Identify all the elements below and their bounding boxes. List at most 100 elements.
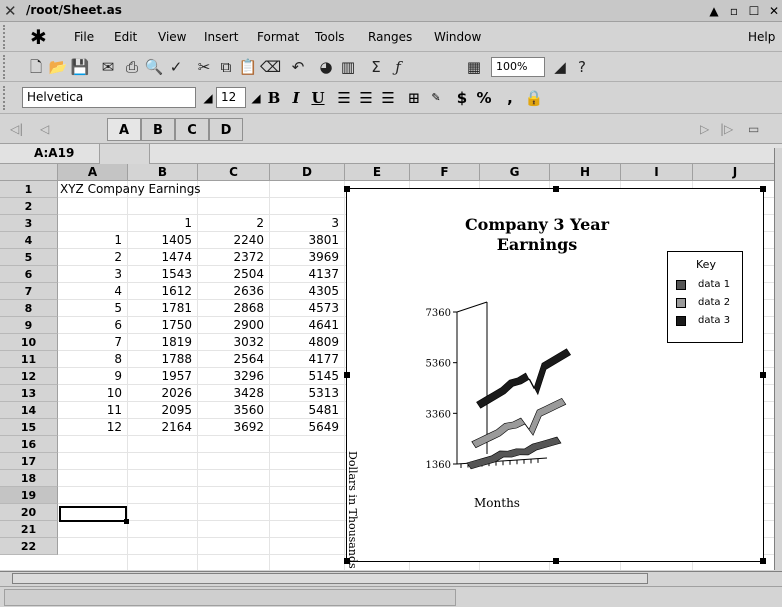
currency-button[interactable]: $ [452,88,472,108]
zoom-input[interactable]: 100% [491,57,545,77]
align-center-icon[interactable]: ☰ [356,88,376,108]
row-header-5[interactable]: 5 [0,249,58,266]
row-header-7[interactable]: 7 [0,283,58,300]
sum-icon[interactable]: Σ [366,57,386,77]
row-header-18[interactable]: 18 [0,470,58,487]
sheet-menu-icon[interactable]: ▭ [748,122,759,136]
sheet-tab-a[interactable]: A [107,118,141,141]
cell-d8[interactable]: 4573 [270,300,345,317]
menu-format[interactable]: Format [257,30,299,44]
cell-a11[interactable]: 8 [58,351,128,368]
cell-b15[interactable]: 2164 [128,419,198,436]
cell-b8[interactable]: 1781 [128,300,198,317]
column-header-i[interactable]: I [621,164,693,181]
cell-d15[interactable]: 5649 [270,419,345,436]
cell-a8[interactable]: 5 [58,300,128,317]
paste-icon[interactable]: 📋 [238,57,258,77]
cell-d3[interactable]: 3 [270,215,345,232]
merge-cells-icon[interactable]: ⊞ [404,88,424,108]
cell-c10[interactable]: 3032 [198,334,270,351]
row-header-20[interactable]: 20 [0,504,58,521]
percent-button[interactable]: % [474,88,494,108]
menu-view[interactable]: View [158,30,186,44]
cell-c7[interactable]: 2636 [198,283,270,300]
column-header-f[interactable]: F [410,164,480,181]
cell-b4[interactable]: 1405 [128,232,198,249]
cell-a7[interactable]: 4 [58,283,128,300]
cell-b11[interactable]: 1788 [128,351,198,368]
earnings-chart[interactable]: Company 3 Year Earnings Key data 1 data … [344,186,766,569]
vertical-scrollbar[interactable] [774,148,782,570]
last-sheet-icon[interactable]: |▷ [720,122,733,136]
cell-a13[interactable]: 10 [58,385,128,402]
spell-format-icon[interactable]: ✎ [426,88,446,108]
cell-a9[interactable]: 6 [58,317,128,334]
column-header-d[interactable]: D [270,164,345,181]
row-header-9[interactable]: 9 [0,317,58,334]
bold-button[interactable]: B [264,88,284,108]
comma-button[interactable]: , [500,88,520,108]
menu-insert[interactable]: Insert [204,30,238,44]
horizontal-scrollbar[interactable] [0,571,782,585]
cell-b6[interactable]: 1543 [128,266,198,283]
undo-icon[interactable]: ↶ [288,57,308,77]
align-right-icon[interactable]: ☰ [378,88,398,108]
cell-d9[interactable]: 4641 [270,317,345,334]
minimize-icon[interactable]: ▫ [726,3,742,19]
cell-a14[interactable]: 11 [58,402,128,419]
function-icon[interactable]: ƒ [388,57,408,77]
cell-c12[interactable]: 3296 [198,368,270,385]
zoom-dropdown-icon[interactable]: ◢ [550,57,570,77]
cell-a1[interactable]: XYZ Company Earnings [60,181,201,198]
help-icon[interactable]: ? [572,57,592,77]
sheet-tab-d[interactable]: D [209,118,243,141]
font-size-field[interactable]: 12 [216,87,246,108]
menu-help[interactable]: Help [748,30,775,44]
cell-c8[interactable]: 2868 [198,300,270,317]
cell-contents-field[interactable] [100,144,150,164]
new-document-icon[interactable]: 🗋 [26,57,46,77]
row-header-8[interactable]: 8 [0,300,58,317]
cell-c15[interactable]: 3692 [198,419,270,436]
selected-cell[interactable] [59,506,129,524]
row-header-21[interactable]: 21 [0,521,58,538]
cell-d12[interactable]: 5145 [270,368,345,385]
column-header-h[interactable]: H [550,164,621,181]
cell-c14[interactable]: 3560 [198,402,270,419]
cell-a10[interactable]: 7 [58,334,128,351]
row-header-3[interactable]: 3 [0,215,58,232]
cell-a4[interactable]: 1 [58,232,128,249]
fill-handle[interactable] [124,519,129,524]
size-dropdown-icon[interactable]: ◢ [246,88,266,108]
cell-b3[interactable]: 1 [128,215,198,232]
chart-icon[interactable]: ◕ [316,57,336,77]
save-icon[interactable]: 💾 [70,57,90,77]
horizontal-scroll-thumb[interactable] [12,573,648,584]
cell-d7[interactable]: 4305 [270,283,345,300]
column-header-e[interactable]: E [345,164,410,181]
italic-button[interactable]: I [286,88,306,108]
cell-a6[interactable]: 3 [58,266,128,283]
cell-b7[interactable]: 1612 [128,283,198,300]
menu-file[interactable]: File [74,30,94,44]
row-header-13[interactable]: 13 [0,385,58,402]
copy-icon[interactable]: ⧉ [216,57,236,77]
cell-b14[interactable]: 2095 [128,402,198,419]
cell-d14[interactable]: 5481 [270,402,345,419]
underline-button[interactable]: U [308,88,328,108]
cell-d6[interactable]: 4137 [270,266,345,283]
cell-d10[interactable]: 4809 [270,334,345,351]
column-header-j[interactable]: J [693,164,778,181]
cell-d13[interactable]: 5313 [270,385,345,402]
font-dropdown-icon[interactable]: ◢ [198,88,218,108]
cell-a15[interactable]: 12 [58,419,128,436]
cell-c13[interactable]: 3428 [198,385,270,402]
cell-b12[interactable]: 1957 [128,368,198,385]
cell-b9[interactable]: 1750 [128,317,198,334]
spreadsheet-grid[interactable]: A B C D E F G H I J 1 2 3 4 5 6 7 8 9 10 11 12 13 14 15 16 17 18 19 2… [0,164,778,570]
maximize-icon[interactable]: ☐ [746,3,762,19]
cell-d11[interactable]: 4177 [270,351,345,368]
pin-icon[interactable]: ▲ [706,3,722,19]
print-preview-icon[interactable]: 🔍 [144,57,164,77]
cell-reference[interactable]: A:A19 [0,144,100,164]
